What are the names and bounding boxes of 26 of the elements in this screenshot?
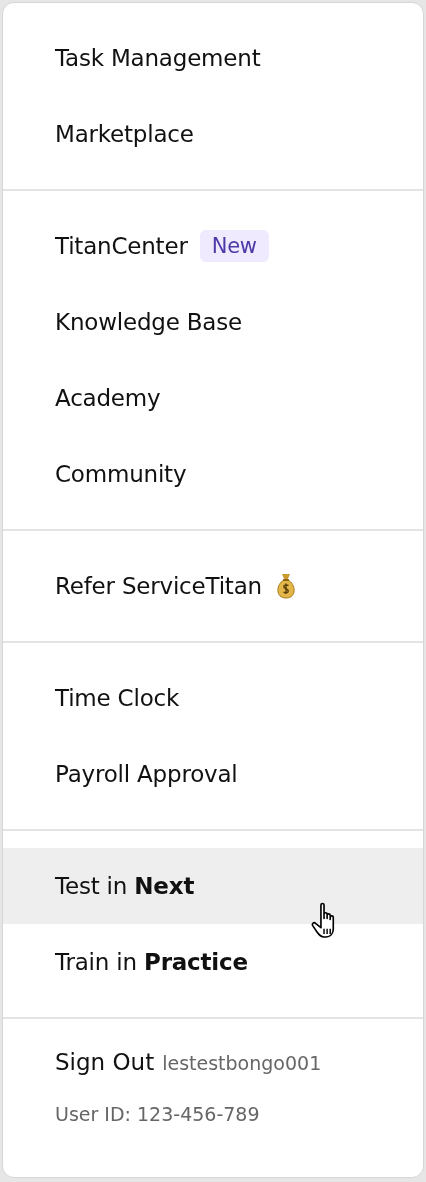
menu-item-label: Task Management — [55, 45, 261, 71]
menu-item-label: Academy — [55, 385, 161, 411]
menu-item-label: Train in Practice — [55, 949, 248, 975]
menu-item-row[interactable]: Marketplace — [3, 96, 423, 172]
menu-item-row[interactable]: Academy — [3, 360, 423, 436]
new-badge: New — [199, 230, 269, 262]
menu-item-label: Community — [55, 461, 187, 487]
menu-item-label: Payroll Approval — [55, 761, 238, 787]
menu-item-row[interactable]: Time Clock — [3, 660, 423, 736]
menu-item-label: Refer ServiceTitan — [55, 573, 262, 599]
menu-item-label: Knowledge Base — [55, 309, 242, 335]
menu-item-label: Time Clock — [55, 685, 180, 711]
username: lestestbongo001 — [162, 1052, 322, 1074]
sign-out-link[interactable]: Sign Out — [55, 1049, 155, 1075]
menu-item-row[interactable]: TitanCenter New — [3, 208, 423, 284]
menu-item-row[interactable]: Refer ServiceTitan — [3, 548, 423, 624]
menu-item-label: Marketplace — [55, 121, 194, 147]
menu-item-row[interactable]: Train in Practice — [3, 924, 423, 1000]
menu-item-label: Test in Next — [55, 873, 195, 899]
menu-item-row[interactable]: Community — [3, 436, 423, 512]
user-id: User ID: 123-456-789 — [55, 1103, 261, 1125]
menu-item-label: TitanCenter — [55, 233, 188, 259]
menu-item-row[interactable]: Task Management — [3, 20, 423, 96]
hand-cursor-icon — [311, 902, 335, 938]
menu-item-row[interactable]: Payroll Approval — [3, 736, 423, 812]
menu-item-row[interactable]: Knowledge Base — [3, 284, 423, 360]
